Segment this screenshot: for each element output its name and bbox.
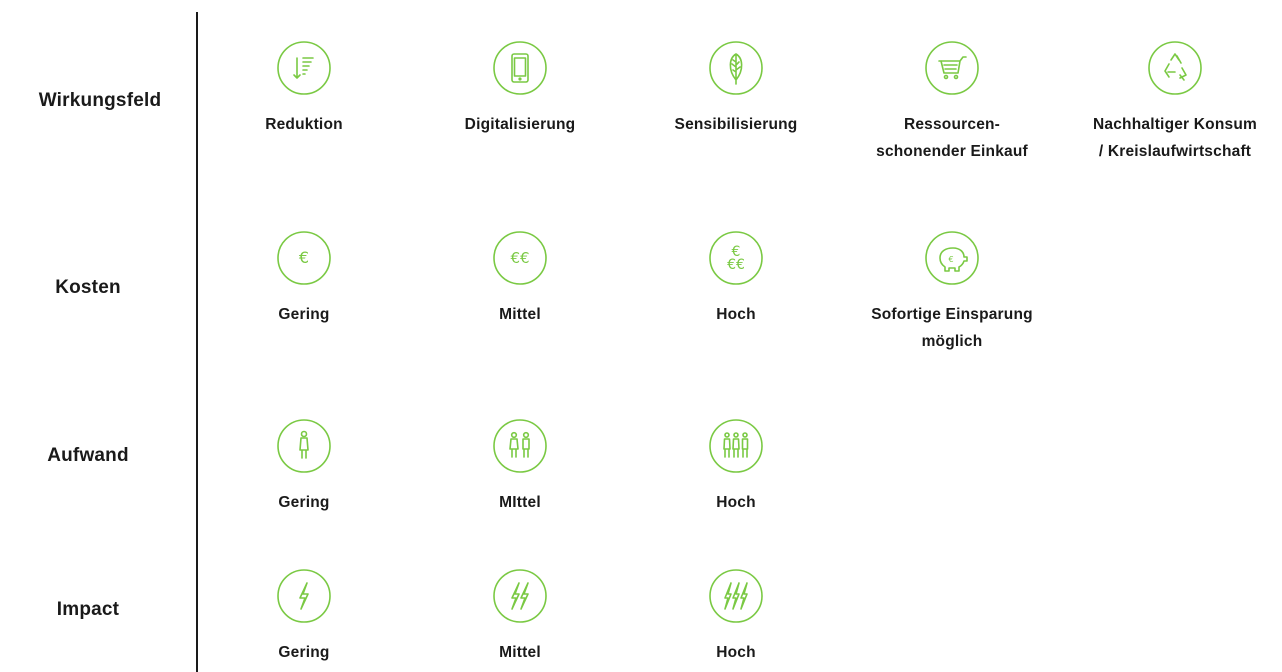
feather-icon: [708, 40, 764, 96]
item-label: MIttel: [499, 494, 541, 511]
item-label: Digitalisierung: [464, 116, 576, 133]
recycle-icon: [1147, 40, 1203, 96]
item-label: Hoch: [716, 644, 756, 661]
item-label: Gering: [278, 644, 330, 661]
item-kosten-gering: € Gering: [204, 230, 404, 328]
two-lightning-icon: [492, 568, 548, 624]
row-label-aufwand: Aufwand: [47, 445, 129, 466]
item-sofortige-einsparung: € Sofortige Einsparung möglich: [852, 230, 1052, 355]
three-persons-icon: [708, 418, 764, 474]
item-aufwand-hoch: Hoch: [636, 418, 836, 516]
item-impact-gering: Gering: [204, 568, 404, 666]
svg-text:€: €: [948, 255, 953, 264]
item-impact-mittel: Mittel: [420, 568, 620, 666]
item-digitalisierung: Digitalisierung: [420, 40, 620, 138]
svg-text:€€: €€: [510, 249, 529, 267]
svg-text:€: €: [299, 248, 309, 267]
row-label-kosten: Kosten: [55, 277, 121, 298]
item-label: Mittel: [499, 306, 541, 323]
double-euro-icon: €€: [492, 230, 548, 286]
one-person-icon: [276, 418, 332, 474]
item-impact-hoch: Hoch: [636, 568, 836, 666]
shopping-cart-icon: [924, 40, 980, 96]
item-label: Ressourcen- schonender Einkauf: [876, 116, 1028, 160]
item-label: Reduktion: [265, 116, 343, 133]
item-label: Gering: [278, 494, 330, 511]
item-label: Nachhaltiger Konsum / Kreislaufwirtschaf…: [1093, 116, 1257, 160]
item-kosten-hoch: € €€ Hoch: [636, 230, 836, 328]
item-nachhaltiger-konsum: Nachhaltiger Konsum / Kreislaufwirtschaf…: [1075, 40, 1275, 165]
item-label: Sofortige Einsparung möglich: [871, 306, 1033, 350]
vertical-divider: [196, 12, 198, 672]
row-label-impact: Impact: [56, 599, 120, 620]
single-euro-icon: €: [276, 230, 332, 286]
item-label: Sensibilisierung: [674, 116, 798, 133]
two-persons-icon: [492, 418, 548, 474]
piggy-bank-icon: €: [924, 230, 980, 286]
item-label: Hoch: [716, 494, 756, 511]
item-aufwand-gering: Gering: [204, 418, 404, 516]
svg-text:€€: €€: [727, 257, 745, 273]
item-label: Hoch: [716, 306, 756, 323]
item-kosten-mittel: €€ Mittel: [420, 230, 620, 328]
item-sensibilisierung: Sensibilisierung: [636, 40, 836, 138]
three-lightning-icon: [708, 568, 764, 624]
sorted-list-icon: [276, 40, 332, 96]
item-label: Gering: [278, 306, 330, 323]
triple-euro-icon: € €€: [708, 230, 764, 286]
item-reduktion: Reduktion: [204, 40, 404, 138]
smartphone-icon: [492, 40, 548, 96]
item-ressourcen: Ressourcen- schonender Einkauf: [852, 40, 1052, 165]
item-aufwand-mittel: MIttel: [420, 418, 620, 516]
row-label-wirkungsfeld: Wirkungsfeld: [38, 90, 162, 111]
one-lightning-icon: [276, 568, 332, 624]
item-label: Mittel: [499, 644, 541, 661]
